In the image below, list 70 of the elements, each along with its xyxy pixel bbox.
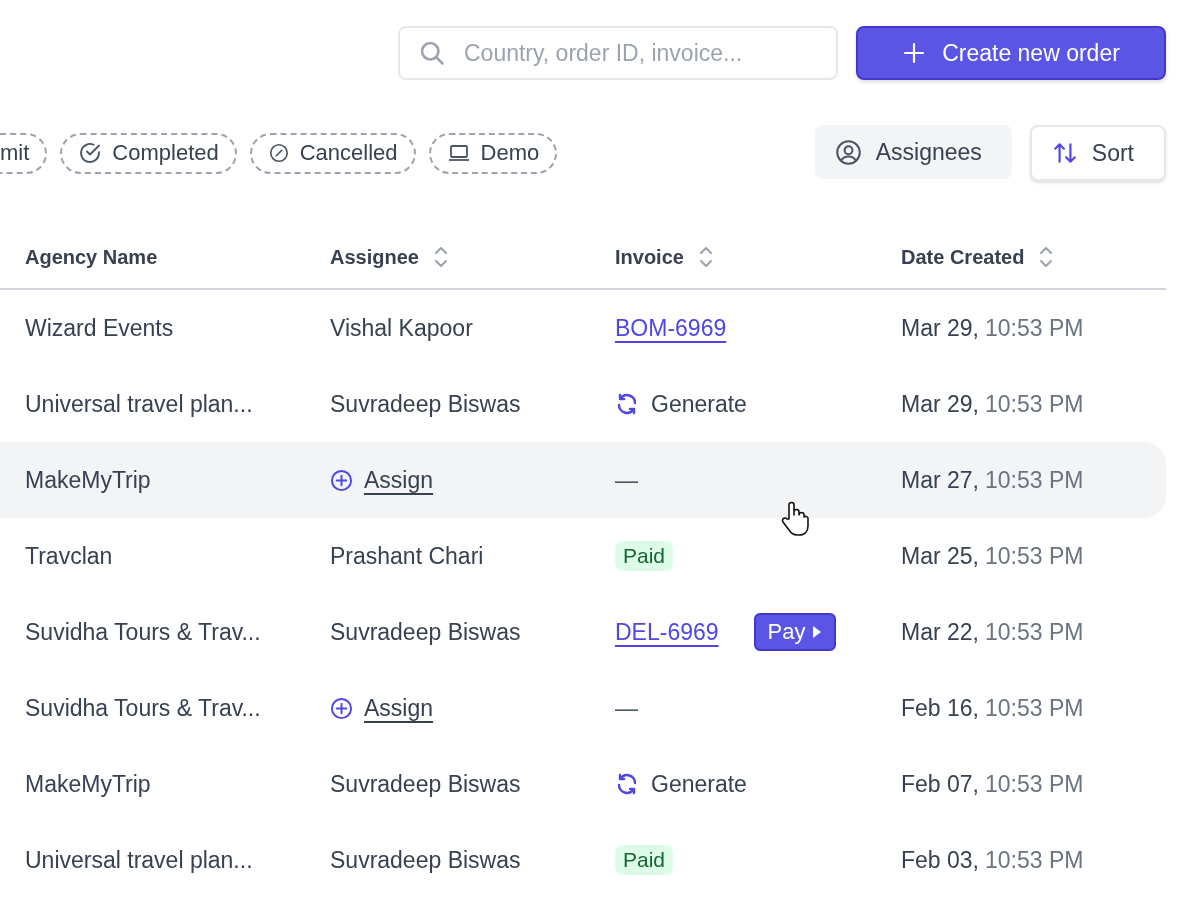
date-text: Mar 22, (901, 618, 979, 646)
plus-circle-icon (330, 468, 353, 492)
time-text: 10:53 PM (985, 466, 1084, 494)
create-order-button[interactable]: Create new order (856, 26, 1166, 80)
plus-circle-icon (330, 696, 353, 720)
assign-link[interactable]: Assign (364, 694, 434, 722)
date-text: Feb 03, (901, 846, 979, 874)
user-circle-icon (834, 138, 862, 166)
sortable-column-header[interactable]: Invoice (615, 245, 714, 269)
column-header: Agency Name (25, 245, 158, 269)
search-field[interactable]: Country, order ID, invoice... (398, 26, 838, 80)
date-text: Mar 27, (901, 466, 979, 494)
invoice-link[interactable]: DEL-6969 (615, 618, 719, 646)
refresh-icon (615, 772, 639, 796)
sort-chevrons-icon (697, 245, 714, 269)
assign-link[interactable]: Assign (364, 466, 434, 494)
agency-name: Wizard Events (25, 314, 174, 342)
filter-chip[interactable]: Completed (60, 132, 237, 174)
invoice-link[interactable]: BOM-6969 (615, 314, 727, 342)
paid-badge: Paid (615, 845, 674, 875)
date-text: Mar 29, (901, 314, 979, 342)
paid-badge: Paid (615, 541, 674, 571)
sortable-column-header[interactable]: Date Created (901, 245, 1055, 269)
pay-button[interactable]: Pay (753, 613, 836, 651)
search-icon (418, 39, 446, 67)
agency-name: MakeMyTrip (25, 466, 151, 494)
assignee-name: Suvradeep Biswas (330, 770, 521, 798)
agency-name: Suvidha Tours & Trav... (25, 694, 261, 722)
filter-chip[interactable]: mit (0, 132, 48, 174)
date-text: Feb 07, (901, 770, 979, 798)
laptop-icon (446, 142, 471, 164)
cancel-circle-icon (267, 142, 290, 164)
check-circle-icon (78, 141, 103, 165)
agency-name: Universal travel plan... (25, 846, 253, 874)
filter-chip[interactable]: Cancelled (249, 132, 416, 174)
refresh-icon (615, 392, 639, 416)
date-text: Mar 29, (901, 390, 979, 418)
sort-button[interactable]: Sort (1029, 125, 1166, 181)
time-text: 10:53 PM (985, 770, 1084, 798)
date-text: Mar 25, (901, 542, 979, 570)
time-text: 10:53 PM (985, 618, 1084, 646)
assignee-name: Suvradeep Biswas (330, 618, 521, 646)
hand-cursor-icon (780, 501, 810, 537)
filter-chip[interactable]: Demo (428, 132, 558, 174)
assignee-name: Suvradeep Biswas (330, 390, 521, 418)
sort-chevrons-icon (1038, 245, 1055, 269)
plus-icon (902, 41, 927, 65)
sortable-column-header[interactable]: Assignee (330, 245, 449, 269)
agency-name: MakeMyTrip (25, 770, 151, 798)
agency-name: Travclan (25, 542, 113, 570)
empty-dash: — (615, 466, 638, 494)
sort-arrows-icon (1051, 140, 1078, 166)
assignees-button[interactable]: Assignees (814, 125, 1012, 179)
assignee-name: Prashant Chari (330, 542, 484, 570)
time-text: 10:53 PM (985, 694, 1084, 722)
empty-dash: — (615, 694, 638, 722)
date-text: Feb 16, (901, 694, 979, 722)
sort-chevrons-icon (432, 245, 449, 269)
agency-name: Universal travel plan... (25, 390, 253, 418)
time-text: 10:53 PM (985, 314, 1084, 342)
agency-name: Suvidha Tours & Trav... (25, 618, 261, 646)
time-text: 10:53 PM (985, 390, 1084, 418)
time-text: 10:53 PM (985, 846, 1084, 874)
assignee-name: Vishal Kapoor (330, 314, 473, 342)
play-triangle-icon (811, 625, 822, 639)
generate-button[interactable]: Generate (615, 390, 747, 418)
assignee-name: Suvradeep Biswas (330, 846, 521, 874)
generate-button[interactable]: Generate (615, 770, 747, 798)
time-text: 10:53 PM (985, 542, 1084, 570)
highlighted-row[interactable]: MakeMyTrip Assign — Mar 27, 10:53 PM (0, 442, 1166, 518)
